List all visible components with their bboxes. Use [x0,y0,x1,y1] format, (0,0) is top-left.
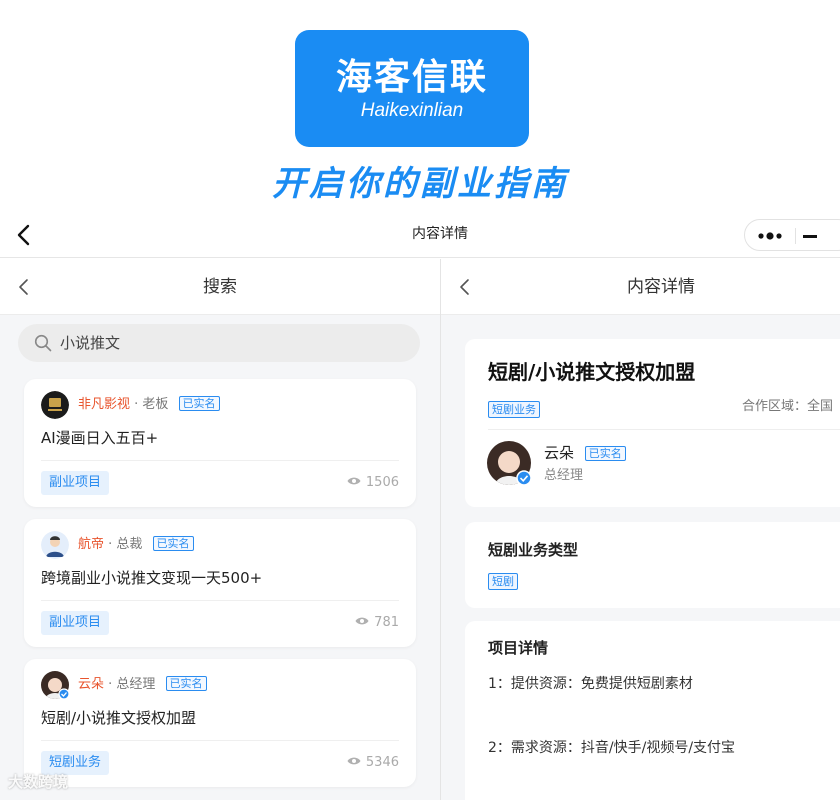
more-dots-icon[interactable] [757,228,783,244]
view-count-value: 5346 [365,755,399,770]
view-count: 5346 [347,755,399,771]
verified-badge: 已实名 [584,446,626,461]
type-tag-label: 短剧 [488,573,518,590]
verified-badge: 已实名 [178,396,220,411]
type-tag: 短剧 [488,570,518,590]
eye-icon [347,477,361,485]
author-role: · 老板 [134,397,169,412]
author-name[interactable]: 航帝 [78,537,104,552]
view-count: 1506 [347,475,399,491]
capsule-divider [795,228,796,244]
cooperation-area: 合作区域：全国 [742,398,833,416]
view-count: 781 [355,615,399,631]
avatar [41,391,69,419]
avatar[interactable] [487,441,532,486]
watermark: 大数跨境 [8,772,68,792]
avatar [41,531,69,559]
area-label: 合作区域： [742,399,808,414]
view-count-value: 781 [374,615,399,630]
top-nav-bar: 内容详情 [0,212,840,258]
author-name[interactable]: 非凡影视 [78,397,130,412]
post-title[interactable]: AI漫画日入五百+ [41,428,158,448]
brand-logo: 海客信联 Haikexinlian [295,30,529,147]
capsule-menu[interactable] [744,219,840,251]
search-input[interactable]: 小说推文 [18,324,420,362]
nav-title: 内容详情 [412,226,468,242]
section-title: 短剧业务类型 [488,541,579,559]
category-tag: 短剧业务 [488,398,540,418]
detail-line: 2：需求资源：抖音/快手/视频号/支付宝 [488,740,736,756]
watermark-text: 大数跨境 [8,773,69,791]
section-title: 项目详情 [488,639,549,657]
detail-pane-title: 内容详情 [627,277,695,297]
search-pane: 搜索 小说推文 非凡影视 · 老板 已实名 AI漫画日入五百+ 副业项目 150… [0,259,440,800]
divider [41,740,399,741]
eye-icon [347,757,361,765]
search-pane-title: 搜索 [203,277,237,297]
search-icon [34,334,52,352]
avatar [41,671,70,700]
author-meta: 非凡影视 · 老板 已实名 [78,396,220,414]
category-tag: 副业项目 [41,471,110,495]
divider [41,600,399,601]
project-detail-card: 项目详情 1：提供资源：免费提供短剧素材 2：需求资源：抖音/快手/视频号/支付… [465,621,840,800]
detail-pane: 内容详情 短剧/小说推文授权加盟 短剧业务 合作区域：全国 云朵 已实名 总经理… [440,259,840,800]
logo-chinese-text: 海客信联 [335,57,488,98]
business-type-card: 短剧业务类型 短剧 [465,522,840,608]
detail-pane-header: 内容详情 [441,259,840,315]
minimize-icon[interactable] [803,235,817,238]
eye-icon [355,617,369,625]
author-meta: 云朵 · 总经理 已实名 [78,676,207,694]
logo-english-text: Haikexinlian [360,100,464,121]
author-role: · 总裁 [108,537,143,552]
list-item[interactable]: 云朵 · 总经理 已实名 短剧/小说推文授权加盟 短剧业务 5346 [24,659,416,787]
verified-badge: 已实名 [152,536,194,551]
category-tag-label: 短剧业务 [488,401,540,418]
search-query[interactable]: 小说推文 [60,333,120,353]
verified-badge: 已实名 [165,676,207,691]
author-meta: 航帝 · 总裁 已实名 [78,536,194,554]
view-count-value: 1506 [365,475,399,490]
detail-card: 短剧/小说推文授权加盟 短剧业务 合作区域：全国 云朵 已实名 总经理 [465,339,840,507]
list-item[interactable]: 航帝 · 总裁 已实名 跨境副业小说推文变现一天500+ 副业项目 781 [24,519,416,647]
post-title[interactable]: 短剧/小说推文授权加盟 [41,708,196,728]
author-name[interactable]: 云朵 [78,677,104,692]
search-pane-header: 搜索 [0,259,440,315]
divider [41,460,399,461]
person-role: 总经理 [544,468,584,483]
person-name[interactable]: 云朵 [544,444,574,462]
slogan: 开启你的副业指南 [272,164,568,204]
detail-line: 1：提供资源：免费提供短剧素材 [488,676,693,692]
author-role: · 总经理 [108,677,156,692]
person-meta: 云朵 已实名 [544,443,626,463]
list-item[interactable]: 非凡影视 · 老板 已实名 AI漫画日入五百+ 副业项目 1506 [24,379,416,507]
divider [488,429,840,430]
post-title[interactable]: 跨境副业小说推文变现一天500+ [41,568,262,588]
detail-title: 短剧/小说推文授权加盟 [488,360,696,384]
category-tag: 副业项目 [41,611,110,635]
area-value: 全国 [807,399,834,414]
